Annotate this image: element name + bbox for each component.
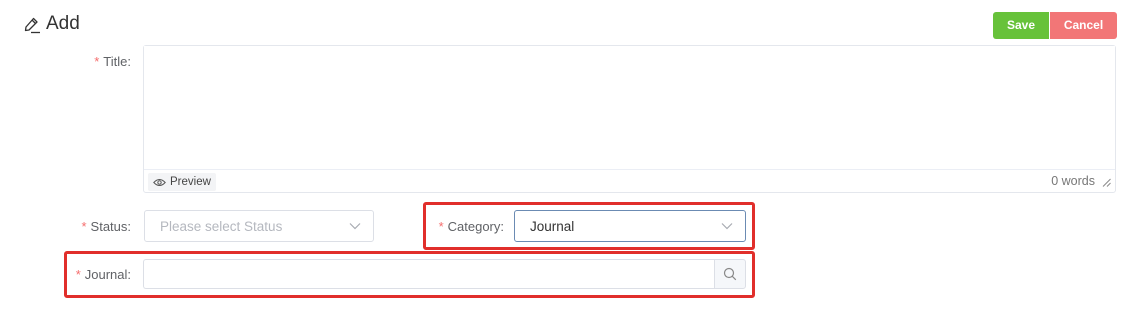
journal-search-button[interactable] bbox=[714, 259, 746, 289]
title-label-text: Title: bbox=[103, 54, 131, 69]
save-button[interactable]: Save bbox=[993, 12, 1049, 39]
category-label: * Category: bbox=[424, 219, 504, 234]
word-count: 0 words bbox=[1051, 174, 1095, 188]
resize-handle-icon[interactable] bbox=[1102, 178, 1111, 187]
journal-input[interactable] bbox=[143, 259, 715, 289]
category-select[interactable]: Journal bbox=[514, 210, 746, 242]
category-value: Journal bbox=[530, 219, 575, 234]
status-label-text: Status: bbox=[90, 219, 131, 234]
required-mark: * bbox=[81, 219, 87, 234]
status-label: * Status: bbox=[60, 219, 131, 234]
category-label-text: Category: bbox=[447, 219, 504, 234]
chevron-down-icon bbox=[721, 223, 733, 230]
status-select[interactable]: Please select Status bbox=[144, 210, 374, 242]
required-mark: * bbox=[438, 219, 444, 234]
search-icon bbox=[723, 267, 737, 281]
preview-button[interactable]: Preview bbox=[148, 173, 216, 191]
required-mark: * bbox=[75, 267, 81, 282]
eye-icon bbox=[153, 178, 166, 186]
page-title: Add bbox=[46, 13, 80, 34]
edit-icon bbox=[24, 17, 40, 34]
cancel-button[interactable]: Cancel bbox=[1050, 12, 1117, 39]
status-placeholder: Please select Status bbox=[160, 219, 283, 234]
chevron-down-icon bbox=[349, 223, 361, 230]
title-editor-footer: Preview 0 words bbox=[144, 169, 1115, 193]
journal-label-text: Journal: bbox=[84, 267, 131, 282]
journal-label: * Journal: bbox=[60, 267, 131, 282]
preview-label: Preview bbox=[170, 176, 211, 188]
title-editor: Preview 0 words bbox=[143, 45, 1116, 193]
title-textarea[interactable] bbox=[144, 46, 1115, 168]
required-mark: * bbox=[94, 54, 100, 69]
title-label: * Title: bbox=[70, 54, 131, 69]
